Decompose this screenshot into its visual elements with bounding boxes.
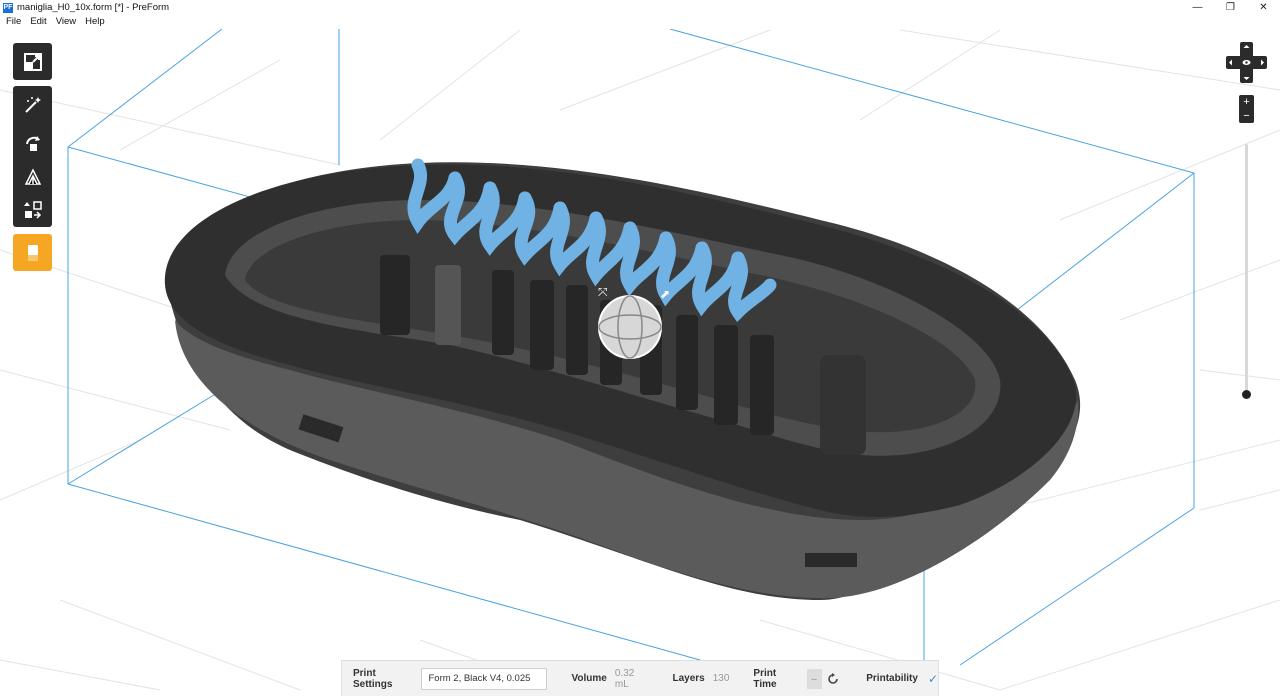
svg-text:⬈: ⬈ xyxy=(660,287,670,301)
layer-slider-track[interactable] xyxy=(1245,144,1248,394)
supports-button[interactable] xyxy=(13,160,52,193)
fit-view-icon xyxy=(23,52,42,71)
zoom-out-button[interactable]: − xyxy=(1239,109,1254,123)
title-bar: PF maniglia_H0_10x.form [*] - PreForm — … xyxy=(0,0,1280,15)
magic-wand-icon xyxy=(24,96,41,113)
refresh-button[interactable] xyxy=(824,669,843,689)
orient-icon xyxy=(25,135,40,151)
menu-bar: File Edit View Help xyxy=(0,15,111,29)
menu-help[interactable]: Help xyxy=(82,15,111,29)
layout-button[interactable] xyxy=(13,193,52,226)
print-time-value: -- xyxy=(806,668,822,689)
zoom-in-button[interactable]: + xyxy=(1239,95,1254,109)
window-title: maniglia_H0_10x.form [*] - PreForm xyxy=(17,2,170,13)
refresh-icon xyxy=(828,672,838,684)
check-icon: ✓ xyxy=(927,671,938,686)
model-handle[interactable] xyxy=(164,162,1081,600)
svg-text:⤧: ⤧ xyxy=(598,285,608,299)
scene-canvas[interactable]: ⤧ ⬈ xyxy=(0,29,1280,696)
orient-button[interactable] xyxy=(13,126,52,159)
preform-app-icon: PF xyxy=(3,2,13,13)
layers-label: Layers xyxy=(672,673,705,684)
printability-label: Printability xyxy=(866,673,918,684)
print-job-icon xyxy=(27,244,38,261)
status-bar: Print Settings Form 2, Black V4, 0.025 m… xyxy=(341,660,939,696)
magic-wand-button[interactable] xyxy=(13,88,52,121)
maximize-button[interactable]: ❐ xyxy=(1214,0,1247,15)
close-button[interactable]: ✕ xyxy=(1247,0,1280,15)
tool-group xyxy=(13,86,52,227)
pan-control[interactable] xyxy=(1226,42,1267,83)
print-settings-label: Print Settings xyxy=(353,667,393,690)
minimize-button[interactable]: — xyxy=(1181,0,1214,15)
window-controls: — ❐ ✕ xyxy=(1181,0,1280,15)
supports-icon xyxy=(24,167,41,185)
volume-value: 0.32 mL xyxy=(614,667,635,690)
menu-view[interactable]: View xyxy=(53,15,82,29)
layer-slider-handle[interactable] xyxy=(1242,390,1251,399)
print-time-label: Print Time xyxy=(753,667,777,690)
print-settings-field[interactable]: Form 2, Black V4, 0.025 mm xyxy=(421,667,548,696)
menu-file[interactable]: File xyxy=(3,15,27,29)
print-job-button[interactable] xyxy=(13,234,52,271)
menu-edit[interactable]: Edit xyxy=(27,15,52,29)
layout-icon xyxy=(23,200,42,219)
3d-viewport[interactable]: ⤧ ⬈ + − xyxy=(0,29,1280,696)
zoom-control: + − xyxy=(1239,95,1254,123)
layers-value: 130 xyxy=(712,673,730,684)
volume-label: Volume xyxy=(571,673,607,684)
fit-view-button[interactable] xyxy=(13,43,52,80)
